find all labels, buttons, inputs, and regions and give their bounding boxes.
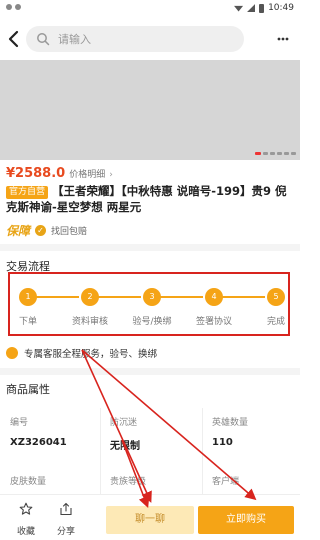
- flow-step-5: 5: [267, 288, 285, 306]
- status-bar: 10:49: [0, 0, 300, 18]
- attribute-cell: 客户端: [212, 474, 239, 487]
- search-box[interactable]: [26, 26, 244, 52]
- share-button[interactable]: 分享: [52, 501, 80, 537]
- pager-dot: [291, 152, 296, 155]
- attribute-key: 客户端: [212, 477, 240, 487]
- flow-step-label: 完成: [266, 317, 286, 327]
- star-icon: [19, 502, 33, 515]
- back-arrow-icon[interactable]: [6, 30, 22, 48]
- pager-dot: [270, 152, 275, 155]
- flow-step-label: 资料审核: [71, 317, 109, 327]
- attribute-value: 110: [212, 437, 233, 448]
- flow-step-1: 1: [19, 288, 37, 306]
- attribute-value: XZ326041: [10, 437, 67, 448]
- status-time: 10:49: [268, 3, 294, 13]
- product-price: ¥2588.0: [6, 166, 66, 181]
- attribute-cell: 防沉迷 无限制: [110, 415, 140, 452]
- chat-button[interactable]: 聊一聊: [106, 506, 194, 534]
- chevron-right-icon: ›: [109, 170, 113, 180]
- service-text: 专属客服全程服务，验号、换绑: [24, 349, 158, 360]
- attribute-cell: 英雄数量 110: [212, 415, 248, 448]
- pager-dot: [284, 152, 289, 155]
- search-icon: [37, 33, 50, 46]
- attribute-key: 英雄数量: [212, 418, 249, 428]
- favorite-label: 收藏: [16, 527, 35, 537]
- buy-now-button[interactable]: 立即购买: [198, 506, 294, 534]
- guarantee-label: 保障: [6, 224, 31, 238]
- attribute-cell: 编号 XZ326041: [10, 415, 67, 448]
- attribute-key: 防沉迷: [110, 418, 138, 428]
- guarantee-row: 保障 ✓ 找回包赔: [6, 222, 87, 239]
- share-label: 分享: [56, 527, 75, 537]
- pager-dot-active: [255, 152, 261, 155]
- section-divider: [0, 244, 300, 251]
- flow-connector: [159, 296, 203, 298]
- guarantee-text: 找回包赔: [51, 227, 88, 237]
- pager-dot: [263, 152, 268, 155]
- gallery-pager: [255, 152, 296, 155]
- attribute-cell: 皮肤数量: [10, 474, 46, 487]
- attribute-key: 皮肤数量: [10, 477, 47, 487]
- check-circle-icon: ✓: [35, 225, 47, 236]
- more-icon[interactable]: [276, 32, 290, 46]
- notification-icon: [6, 4, 12, 10]
- flow-connector: [97, 296, 141, 298]
- wifi-icon: [234, 5, 244, 12]
- service-row[interactable]: 专属客服全程服务，验号、换绑: [6, 346, 157, 360]
- product-image-gallery[interactable]: [0, 60, 300, 160]
- attribute-cell: 贵族等级: [110, 474, 146, 487]
- flow-step-2: 2: [81, 288, 99, 306]
- attribute-key: 编号: [10, 418, 29, 428]
- pager-dot: [277, 152, 282, 155]
- attribute-key: 贵族等级: [110, 477, 147, 487]
- price-detail-link[interactable]: 价格明细: [69, 167, 105, 180]
- attributes-title: 商品属性: [6, 383, 50, 396]
- trade-flow-steps: 1 2 3 4 5 下单 资料审核 验号/换绑 签署协议 完成: [8, 272, 290, 336]
- favorite-button[interactable]: 收藏: [12, 501, 40, 537]
- notification-icons: [6, 4, 21, 10]
- search-input[interactable]: [58, 30, 228, 48]
- top-search-bar: [0, 18, 300, 60]
- notification-icon: [15, 4, 21, 10]
- flow-connector: [35, 296, 79, 298]
- battery-icon: [259, 3, 265, 13]
- signal-icon: [247, 4, 256, 12]
- flow-connector: [221, 296, 265, 298]
- flow-step-label: 签署协议: [195, 317, 233, 327]
- column-divider: [100, 408, 101, 494]
- flow-step-4: 4: [205, 288, 223, 306]
- attribute-value: 无限制: [110, 441, 140, 452]
- column-divider: [202, 408, 203, 494]
- share-icon: [60, 502, 72, 516]
- flow-step-label: 下单: [18, 317, 38, 327]
- product-title-block: 官方自营 【王者荣耀】【中秋特惠 说暗号-199】贵9 倪克斯神谕-星空梦想 两星…: [6, 183, 294, 215]
- section-divider: [0, 368, 300, 375]
- official-badge: 官方自营: [6, 186, 49, 199]
- product-title: 【王者荣耀】【中秋特惠 说暗号-199】贵9 倪克斯神谕-星空梦想 两星元: [6, 184, 287, 214]
- flow-step-3: 3: [143, 288, 161, 306]
- flow-step-label: 验号/换绑: [132, 317, 172, 327]
- customer-service-icon: [6, 347, 18, 359]
